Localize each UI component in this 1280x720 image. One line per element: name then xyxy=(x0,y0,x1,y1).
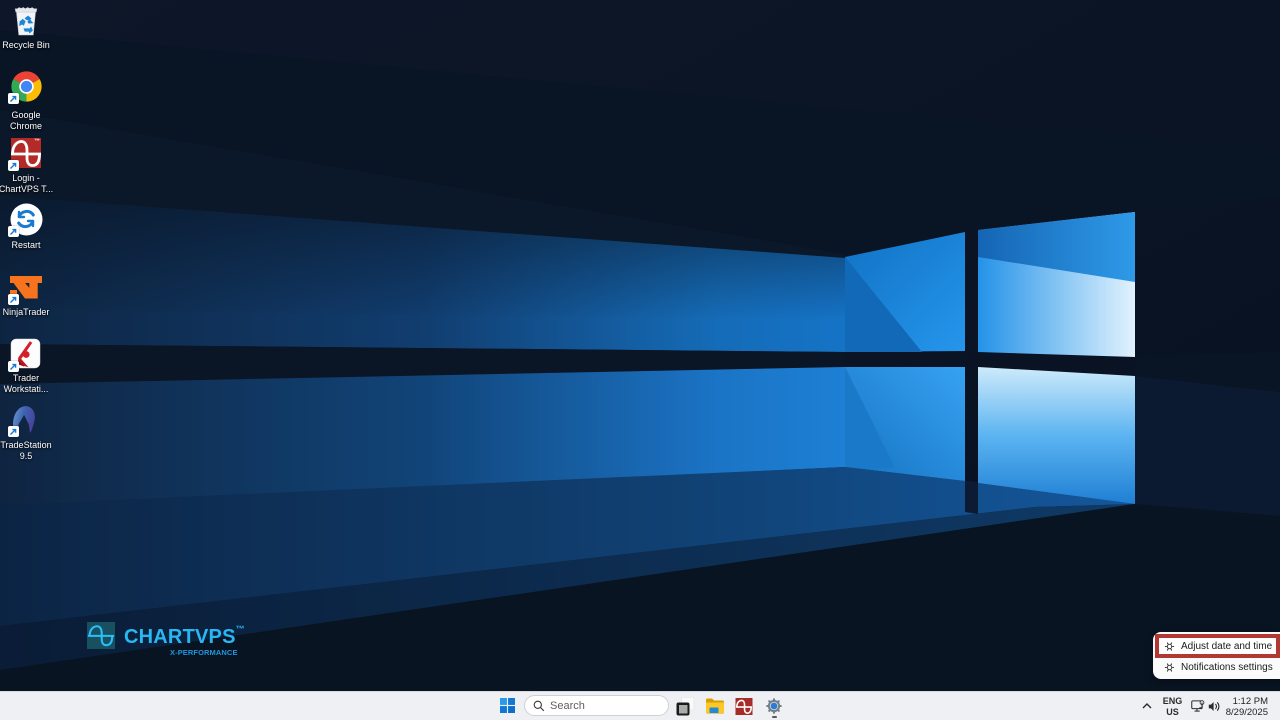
svg-text:™: ™ xyxy=(34,139,40,145)
